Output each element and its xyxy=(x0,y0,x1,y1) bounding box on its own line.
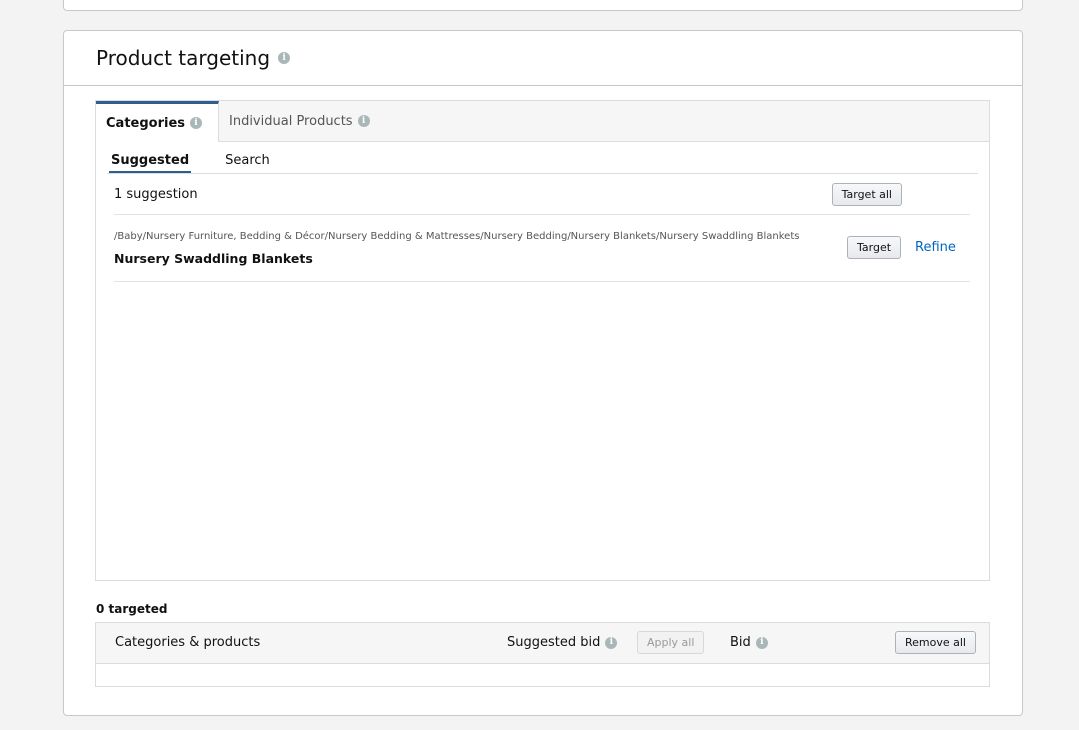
targeted-table-header: Categories & products Suggested bid i Ap… xyxy=(96,623,989,664)
subtab-search[interactable]: Search xyxy=(225,153,270,173)
category-path: /Baby/Nursery Furniture, Bedding & Décor… xyxy=(114,231,800,242)
subtab-bar: Suggested Search xyxy=(109,153,270,173)
tab-individual-products-label: Individual Products xyxy=(229,113,353,129)
column-suggested-bid-label: Suggested bid xyxy=(507,635,601,650)
column-suggested-bid: Suggested bid i xyxy=(507,635,618,650)
info-icon[interactable]: i xyxy=(190,117,203,129)
page-title: Product targeting i xyxy=(96,46,291,70)
suggestion-summary-row: 1 suggestion Target all xyxy=(114,174,970,215)
product-targeting-card: Product targeting i Categories i Individ… xyxy=(63,30,1023,716)
info-icon[interactable]: i xyxy=(278,52,291,64)
previous-section-card xyxy=(63,0,1023,11)
targeted-table: Categories & products Suggested bid i Ap… xyxy=(95,622,990,687)
targeted-count: 0 targeted xyxy=(96,602,168,616)
column-bid: Bid i xyxy=(730,635,768,650)
target-all-button[interactable]: Target all xyxy=(831,182,902,206)
category-name: Nursery Swaddling Blankets xyxy=(114,251,313,266)
suggestion-count: 1 suggestion xyxy=(114,186,198,202)
tab-categories[interactable]: Categories i xyxy=(96,101,219,142)
tab-individual-products[interactable]: Individual Products i xyxy=(219,101,380,141)
card-header: Product targeting i xyxy=(64,31,1022,86)
subtab-suggested[interactable]: Suggested xyxy=(109,153,192,173)
product-targeting-title: Product targeting xyxy=(96,46,271,70)
list-item: /Baby/Nursery Furniture, Bedding & Décor… xyxy=(114,215,970,282)
column-categories-products: Categories & products xyxy=(115,635,261,650)
targeting-tabs-panel: Categories i Individual Products i Sugge… xyxy=(95,100,990,581)
refine-link[interactable]: Refine xyxy=(915,240,956,255)
target-button[interactable]: Target xyxy=(847,236,902,259)
tab-bar: Categories i Individual Products i xyxy=(96,101,989,142)
info-icon[interactable]: i xyxy=(605,636,618,649)
apply-all-button[interactable]: Apply all xyxy=(637,631,705,654)
column-bid-label: Bid xyxy=(730,635,751,650)
remove-all-button[interactable]: Remove all xyxy=(895,631,976,654)
info-icon[interactable]: i xyxy=(755,636,768,649)
tab-categories-label: Categories xyxy=(106,115,186,131)
info-icon[interactable]: i xyxy=(357,115,370,127)
